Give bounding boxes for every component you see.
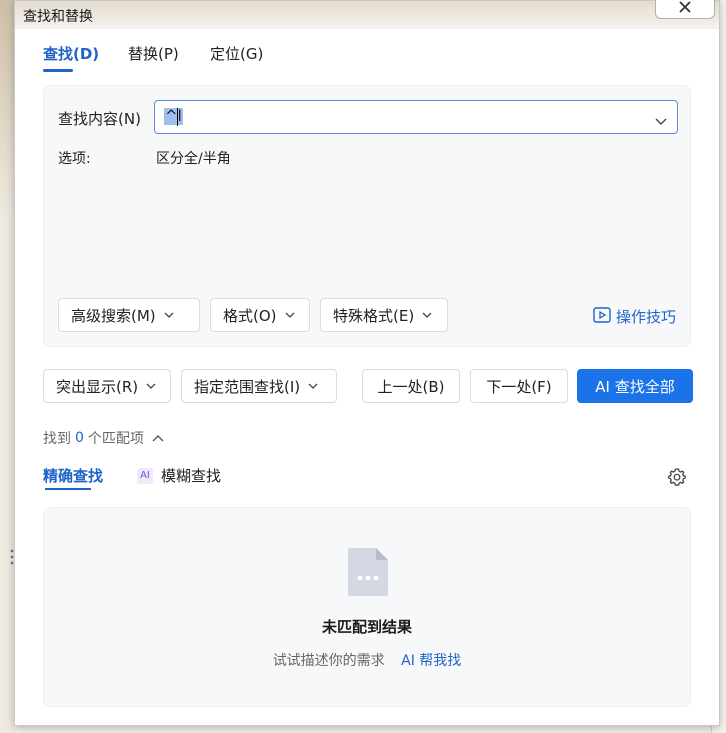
operation-tips-link[interactable]: 操作技巧 bbox=[593, 306, 676, 327]
range-find-button[interactable]: 指定范围查找(I) bbox=[181, 369, 337, 403]
close-button[interactable] bbox=[655, 0, 715, 19]
chevron-down-icon bbox=[308, 383, 318, 389]
options-value: 区分全/半角 bbox=[156, 151, 231, 167]
tab-find[interactable]: 查找(D) bbox=[43, 43, 99, 64]
ai-find-all-button[interactable]: AI 查找全部 bbox=[577, 369, 693, 403]
options-label: 选项: bbox=[58, 151, 91, 167]
find-options-panel: 查找内容(N) ^l 选项: 区分全/半角 高级搜索(M) 格式(O) 特殊格式… bbox=[43, 85, 691, 347]
ai-badge-icon: AI bbox=[137, 467, 153, 484]
operation-tips-label: 操作技巧 bbox=[615, 308, 676, 326]
tab-exact-search[interactable]: 精确查找 bbox=[43, 465, 103, 486]
special-format-label: 特殊格式(E) bbox=[333, 306, 415, 325]
chevron-up-icon bbox=[144, 430, 164, 446]
find-content-label: 查找内容(N) bbox=[58, 110, 141, 128]
find-replace-dialog: 查找和替换 查找(D) 替换(P) 定位(G) 查找内容(N) ^l 选项: 区… bbox=[14, 0, 720, 726]
found-suffix: 个匹配项 bbox=[87, 431, 144, 447]
next-button[interactable]: 下一处(F) bbox=[470, 369, 568, 403]
active-tab-indicator bbox=[43, 69, 73, 72]
found-count: 0 bbox=[75, 430, 84, 446]
tab-fuzzy-search[interactable]: AI 模糊查找 bbox=[137, 465, 221, 486]
no-match-hint: 试试描述你的需求 AI 帮我找 bbox=[44, 650, 690, 670]
find-content-value: ^l bbox=[164, 107, 183, 125]
tab-goto[interactable]: 定位(G) bbox=[210, 43, 263, 64]
advanced-search-button[interactable]: 高级搜索(M) bbox=[58, 298, 200, 332]
results-panel: 未匹配到结果 试试描述你的需求 AI 帮我找 bbox=[43, 507, 691, 707]
previous-button[interactable]: 上一处(B) bbox=[362, 369, 460, 403]
no-match-hint-text: 试试描述你的需求 bbox=[272, 653, 385, 669]
no-match-title: 未匹配到结果 bbox=[321, 618, 412, 636]
background-left-margin bbox=[0, 0, 14, 733]
special-format-button[interactable]: 特殊格式(E) bbox=[320, 298, 448, 332]
play-icon bbox=[593, 306, 616, 327]
find-content-input[interactable]: ^l bbox=[154, 100, 678, 134]
highlight-button[interactable]: 突出显示(R) bbox=[43, 369, 171, 403]
chevron-down-icon[interactable] bbox=[655, 111, 667, 130]
advanced-search-label: 高级搜索(M) bbox=[71, 306, 156, 325]
found-count-toggle[interactable]: 找到 0 个匹配项 bbox=[43, 428, 164, 448]
gear-icon[interactable] bbox=[667, 467, 687, 491]
format-label: 格式(O) bbox=[223, 306, 277, 325]
chevron-down-icon bbox=[285, 312, 295, 318]
text-caret bbox=[177, 108, 178, 126]
highlight-label: 突出显示(R) bbox=[56, 377, 139, 396]
format-button[interactable]: 格式(O) bbox=[210, 298, 310, 332]
dialog-titlebar[interactable]: 查找和替换 bbox=[15, 0, 719, 29]
dialog-title: 查找和替换 bbox=[23, 9, 93, 25]
active-subtab-indicator bbox=[45, 488, 91, 490]
ai-help-link[interactable]: AI 帮我找 bbox=[401, 653, 461, 669]
range-find-label: 指定范围查找(I) bbox=[194, 377, 301, 396]
tab-replace[interactable]: 替换(P) bbox=[128, 43, 179, 64]
fuzzy-search-label: 模糊查找 bbox=[161, 467, 222, 485]
chevron-down-icon bbox=[422, 312, 432, 318]
empty-file-icon bbox=[346, 546, 390, 602]
chevron-down-icon bbox=[164, 312, 174, 318]
found-prefix: 找到 bbox=[43, 431, 71, 447]
chevron-down-icon bbox=[146, 383, 156, 389]
